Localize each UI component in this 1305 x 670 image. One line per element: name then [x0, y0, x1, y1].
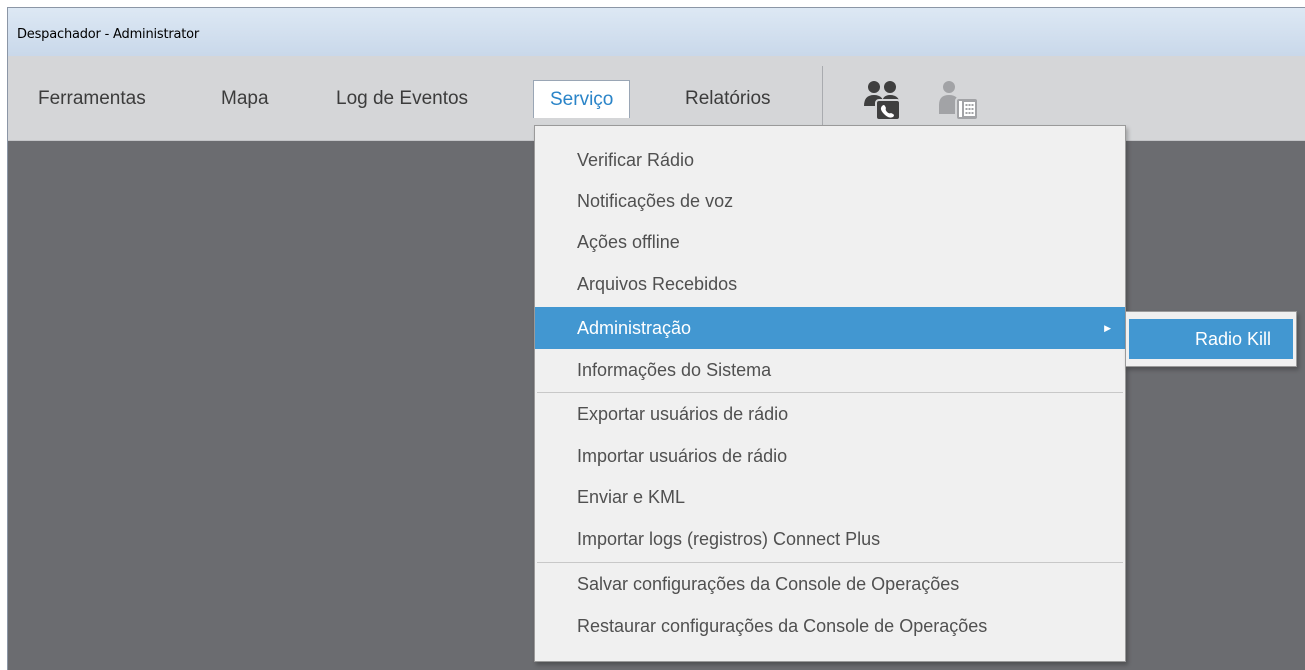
- menu-item-informacoes-do-sistema[interactable]: Informações do Sistema: [535, 352, 1125, 388]
- menu-log-de-eventos[interactable]: Log de Eventos: [336, 88, 468, 110]
- app-window: Despachador - Administrator Ferramentas …: [7, 7, 1305, 670]
- menu-ferramentas[interactable]: Ferramentas: [38, 88, 146, 110]
- servico-dropdown-menu: Verificar Rádio Notificações de voz Açõe…: [534, 125, 1126, 662]
- menu-relatorios[interactable]: Relatórios: [685, 88, 771, 110]
- dispatcher-call-icon[interactable]: [862, 78, 906, 122]
- menu-item-salvar-configuracoes[interactable]: Salvar configurações da Console de Opera…: [535, 566, 1125, 602]
- menu-item-notificacoes-de-voz[interactable]: Notificações de voz: [535, 183, 1125, 219]
- menu-separator: [822, 66, 823, 128]
- menu-item-importar-usuarios[interactable]: Importar usuários de rádio: [535, 438, 1125, 474]
- window-title: Despachador - Administrator: [17, 27, 200, 42]
- menu-item-exportar-usuarios[interactable]: Exportar usuários de rádio: [535, 396, 1125, 432]
- menu-item-administracao-label: Administração: [577, 318, 692, 338]
- title-bar: Despachador - Administrator: [8, 8, 1305, 57]
- menu-servico[interactable]: Serviço: [533, 80, 631, 118]
- menu-item-administracao[interactable]: Administração ▶: [535, 307, 1125, 349]
- menu-item-verificar-radio[interactable]: Verificar Rádio: [535, 142, 1125, 178]
- dispatcher-phone-icon[interactable]: [936, 78, 980, 122]
- submenu-arrow-icon: ▶: [1104, 323, 1111, 333]
- menu-item-arquivos-recebidos[interactable]: Arquivos Recebidos: [535, 266, 1125, 302]
- administracao-submenu: Radio Kill: [1125, 311, 1297, 367]
- menu-item-restaurar-configuracoes[interactable]: Restaurar configurações da Console de Op…: [535, 608, 1125, 644]
- menu-mapa[interactable]: Mapa: [221, 88, 269, 110]
- menu-separator: [537, 392, 1123, 393]
- menu-item-importar-logs[interactable]: Importar logs (registros) Connect Plus: [535, 521, 1125, 557]
- menu-item-enviar-kml[interactable]: Enviar e KML: [535, 479, 1125, 515]
- menu-item-acoes-offline[interactable]: Ações offline: [535, 224, 1125, 260]
- menu-item-radio-kill[interactable]: Radio Kill: [1129, 319, 1293, 359]
- menu-separator: [537, 562, 1123, 563]
